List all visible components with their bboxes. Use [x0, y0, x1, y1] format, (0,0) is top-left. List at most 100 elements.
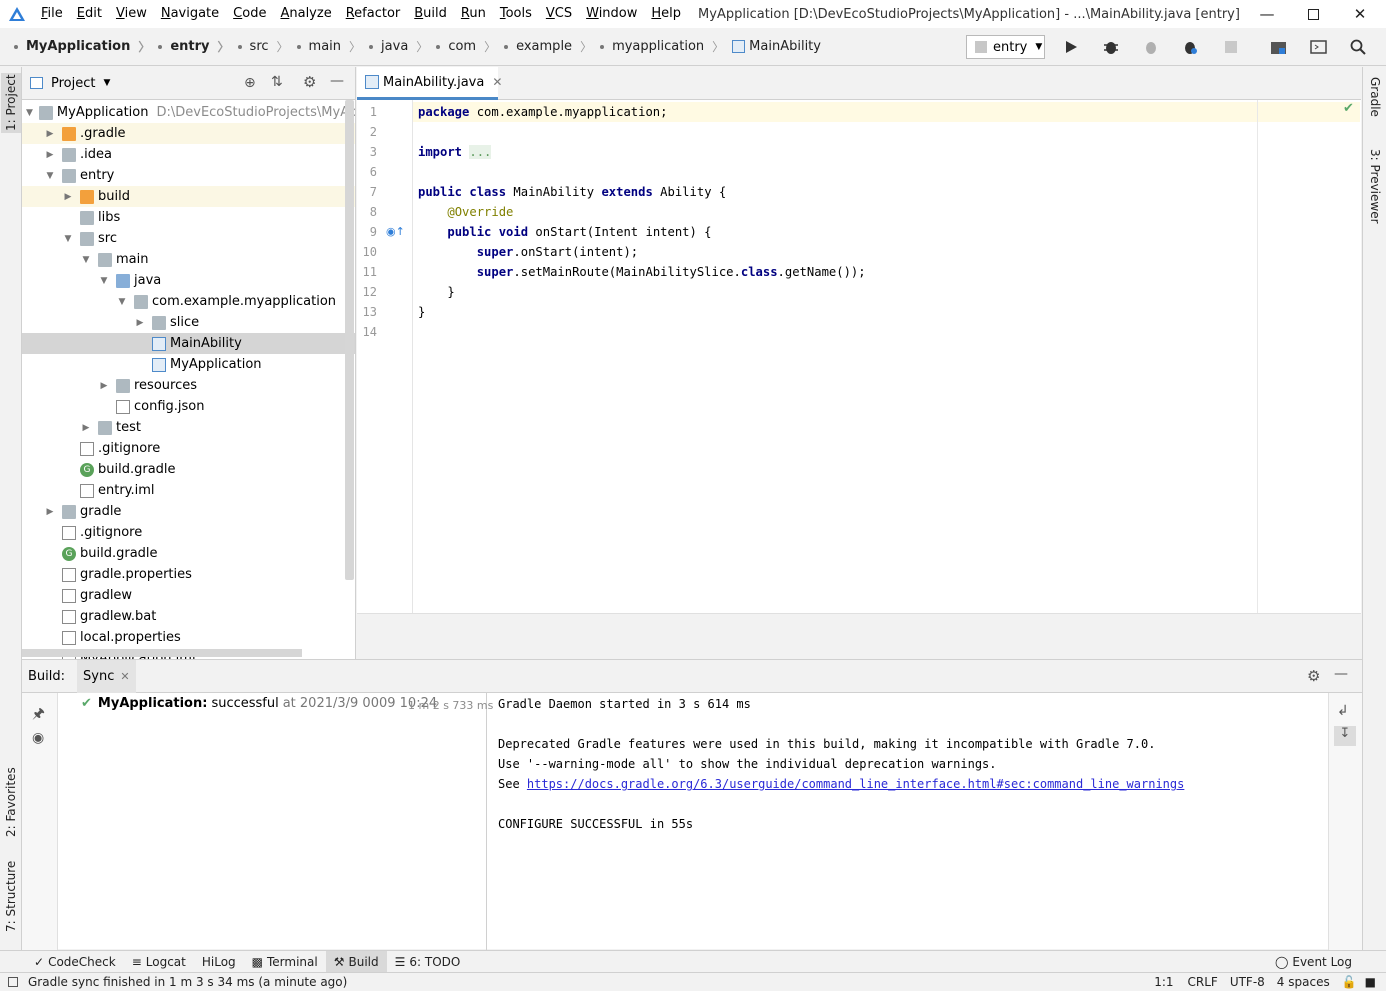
expand-right-icon[interactable]: ▶	[134, 318, 146, 328]
vertical-scrollbar[interactable]	[345, 100, 354, 580]
menu-navigate[interactable]: Navigate	[154, 0, 226, 28]
tree-item[interactable]: libs	[22, 207, 355, 228]
breadcrumb-item[interactable]: com 〉	[428, 38, 496, 55]
tree-item[interactable]: Gbuild.gradle	[22, 543, 355, 564]
tree-item[interactable]: .gitignore	[22, 438, 355, 459]
menu-vcs[interactable]: VCS	[539, 0, 579, 28]
run-configuration-select[interactable]: entry ▼	[966, 35, 1045, 59]
event-log-button[interactable]: ◯ Event Log	[1267, 951, 1360, 973]
tree-item[interactable]: ▼ src	[22, 228, 355, 249]
tree-item[interactable]: .gitignore	[22, 522, 355, 543]
menu-tools[interactable]: Tools	[493, 0, 539, 28]
close-window-button[interactable]: ✕	[1337, 0, 1383, 28]
tree-item[interactable]: ▼ MyApplication D:\DevEcoStudioProjects\My…	[22, 102, 355, 123]
expand-down-icon[interactable]: ▼	[26, 108, 33, 118]
maximize-button[interactable]	[1290, 0, 1336, 28]
tree-item[interactable]: ▼ com.example.myapplication	[22, 291, 355, 312]
tree-item[interactable]: ▼ entry	[22, 165, 355, 186]
close-tab-icon[interactable]: ✕	[492, 75, 502, 89]
expand-down-icon[interactable]: ▼	[80, 255, 92, 265]
tree-item[interactable]: entry.iml	[22, 480, 355, 501]
expand-right-icon[interactable]: ▶	[44, 129, 56, 139]
breadcrumb-item[interactable]: myapplication 〉	[592, 38, 724, 55]
code-line[interactable]: package com.example.myapplication;	[418, 105, 668, 119]
tree-item[interactable]: ▶ test	[22, 417, 355, 438]
override-marker-icon[interactable]: ◉↑	[386, 225, 405, 238]
tab-favorites[interactable]: 2: Favorites	[1, 757, 21, 847]
gear-icon[interactable]: ⚙	[303, 73, 316, 91]
run-button[interactable]	[1061, 37, 1081, 57]
lock-icon[interactable]: 🔓	[1342, 975, 1357, 989]
project-view-select[interactable]: Project	[51, 76, 95, 91]
expand-down-icon[interactable]: ▼	[116, 297, 128, 307]
tab-project[interactable]: 1: Project	[1, 73, 21, 133]
device-manager-button[interactable]	[1308, 37, 1328, 57]
debug-button[interactable]	[1101, 37, 1121, 57]
tab-build[interactable]: ⚒ Build	[325, 950, 387, 973]
tab-gradle[interactable]: Gradle	[1365, 77, 1385, 137]
menu-view[interactable]: View	[109, 0, 154, 28]
horizontal-scrollbar[interactable]	[22, 649, 302, 657]
breadcrumb-item[interactable]: MainAbility	[724, 39, 821, 54]
caret-position[interactable]: 1:1	[1154, 975, 1173, 989]
code-line[interactable]: super.onStart(intent);	[418, 245, 638, 259]
menu-analyze[interactable]: Analyze	[273, 0, 338, 28]
tab-codecheck[interactable]: ✓ CodeCheck	[26, 951, 124, 973]
menu-code[interactable]: Code	[226, 0, 273, 28]
menu-build[interactable]: Build	[407, 0, 454, 28]
code-line[interactable]: public void onStart(Intent intent) {	[418, 225, 711, 239]
tab-sync[interactable]: Sync ✕	[77, 659, 136, 693]
menu-run[interactable]: Run	[454, 0, 493, 28]
scroll-to-end-icon[interactable]: ↧	[1334, 726, 1356, 746]
tab-structure[interactable]: 7: Structure	[1, 855, 21, 937]
tree-item[interactable]: config.json	[22, 396, 355, 417]
tree-item[interactable]: gradlew.bat	[22, 606, 355, 627]
tab-previewer[interactable]: 3: Previewer	[1365, 149, 1385, 239]
tree-item[interactable]: MainAbility	[22, 333, 355, 354]
hide-panel-icon[interactable]: —	[1334, 666, 1348, 682]
build-output[interactable]: Gradle Daemon started in 3 s 614 ms Depre…	[498, 693, 1328, 950]
tab-todo[interactable]: ☰ 6: TODO	[387, 951, 469, 973]
code-line[interactable]: import ...	[418, 145, 492, 159]
menu-refactor[interactable]: Refactor	[339, 0, 408, 28]
profile-button[interactable]	[1180, 37, 1200, 57]
gear-icon[interactable]: ⚙	[1307, 667, 1320, 685]
tree-item[interactable]: Gbuild.gradle	[22, 459, 355, 480]
breadcrumb-item[interactable]: example 〉	[496, 38, 592, 55]
code-line[interactable]: @Override	[418, 205, 513, 219]
close-tab-icon[interactable]: ✕	[120, 670, 129, 683]
hide-panel-icon[interactable]: —	[330, 73, 344, 89]
tree-item[interactable]: ▶ resources	[22, 375, 355, 396]
pin-icon[interactable]: 🖈	[32, 703, 45, 727]
tree-item[interactable]: ▶ gradle	[22, 501, 355, 522]
editor-tab[interactable]: MainAbility.java ✕	[357, 67, 502, 100]
tab-terminal[interactable]: ▩ Terminal	[244, 951, 326, 973]
breadcrumb-item[interactable]: src 〉	[230, 38, 289, 55]
breadcrumb-item[interactable]: MyApplication 〉	[0, 38, 150, 55]
tree-item[interactable]: gradle.properties	[22, 564, 355, 585]
expand-right-icon[interactable]: ▶	[62, 192, 74, 202]
expand-down-icon[interactable]: ▼	[44, 171, 56, 181]
expand-right-icon[interactable]: ▶	[98, 381, 110, 391]
expand-right-icon[interactable]: ▶	[80, 423, 92, 433]
tree-item[interactable]: local.properties	[22, 627, 355, 648]
attach-debugger-button[interactable]	[1141, 37, 1161, 57]
expand-right-icon[interactable]: ▶	[44, 507, 56, 517]
code-line[interactable]: }	[418, 285, 454, 299]
tree-item[interactable]: gradlew	[22, 585, 355, 606]
tree-item[interactable]: ▼ main	[22, 249, 355, 270]
locate-file-icon[interactable]: ⊕	[244, 75, 256, 91]
collapse-all-icon[interactable]: ⇅	[271, 74, 283, 90]
expand-right-icon[interactable]: ▶	[44, 150, 56, 160]
file-encoding[interactable]: UTF-8	[1230, 975, 1265, 989]
menu-edit[interactable]: Edit	[70, 0, 109, 28]
tab-logcat[interactable]: ≡ Logcat	[124, 951, 194, 973]
expand-down-icon[interactable]: ▼	[98, 276, 110, 286]
breadcrumb-item[interactable]: entry 〉	[150, 38, 230, 55]
menu-window[interactable]: Window	[579, 0, 644, 28]
build-result-row[interactable]: ✔ MyApplication: successful at 2021/3/9 …	[81, 696, 437, 711]
line-separator[interactable]: CRLF	[1188, 975, 1218, 989]
indent-setting[interactable]: 4 spaces	[1277, 975, 1330, 989]
dropdown-arrow-icon[interactable]: ▼	[103, 78, 110, 88]
tab-hilog[interactable]: HiLog	[194, 951, 244, 973]
